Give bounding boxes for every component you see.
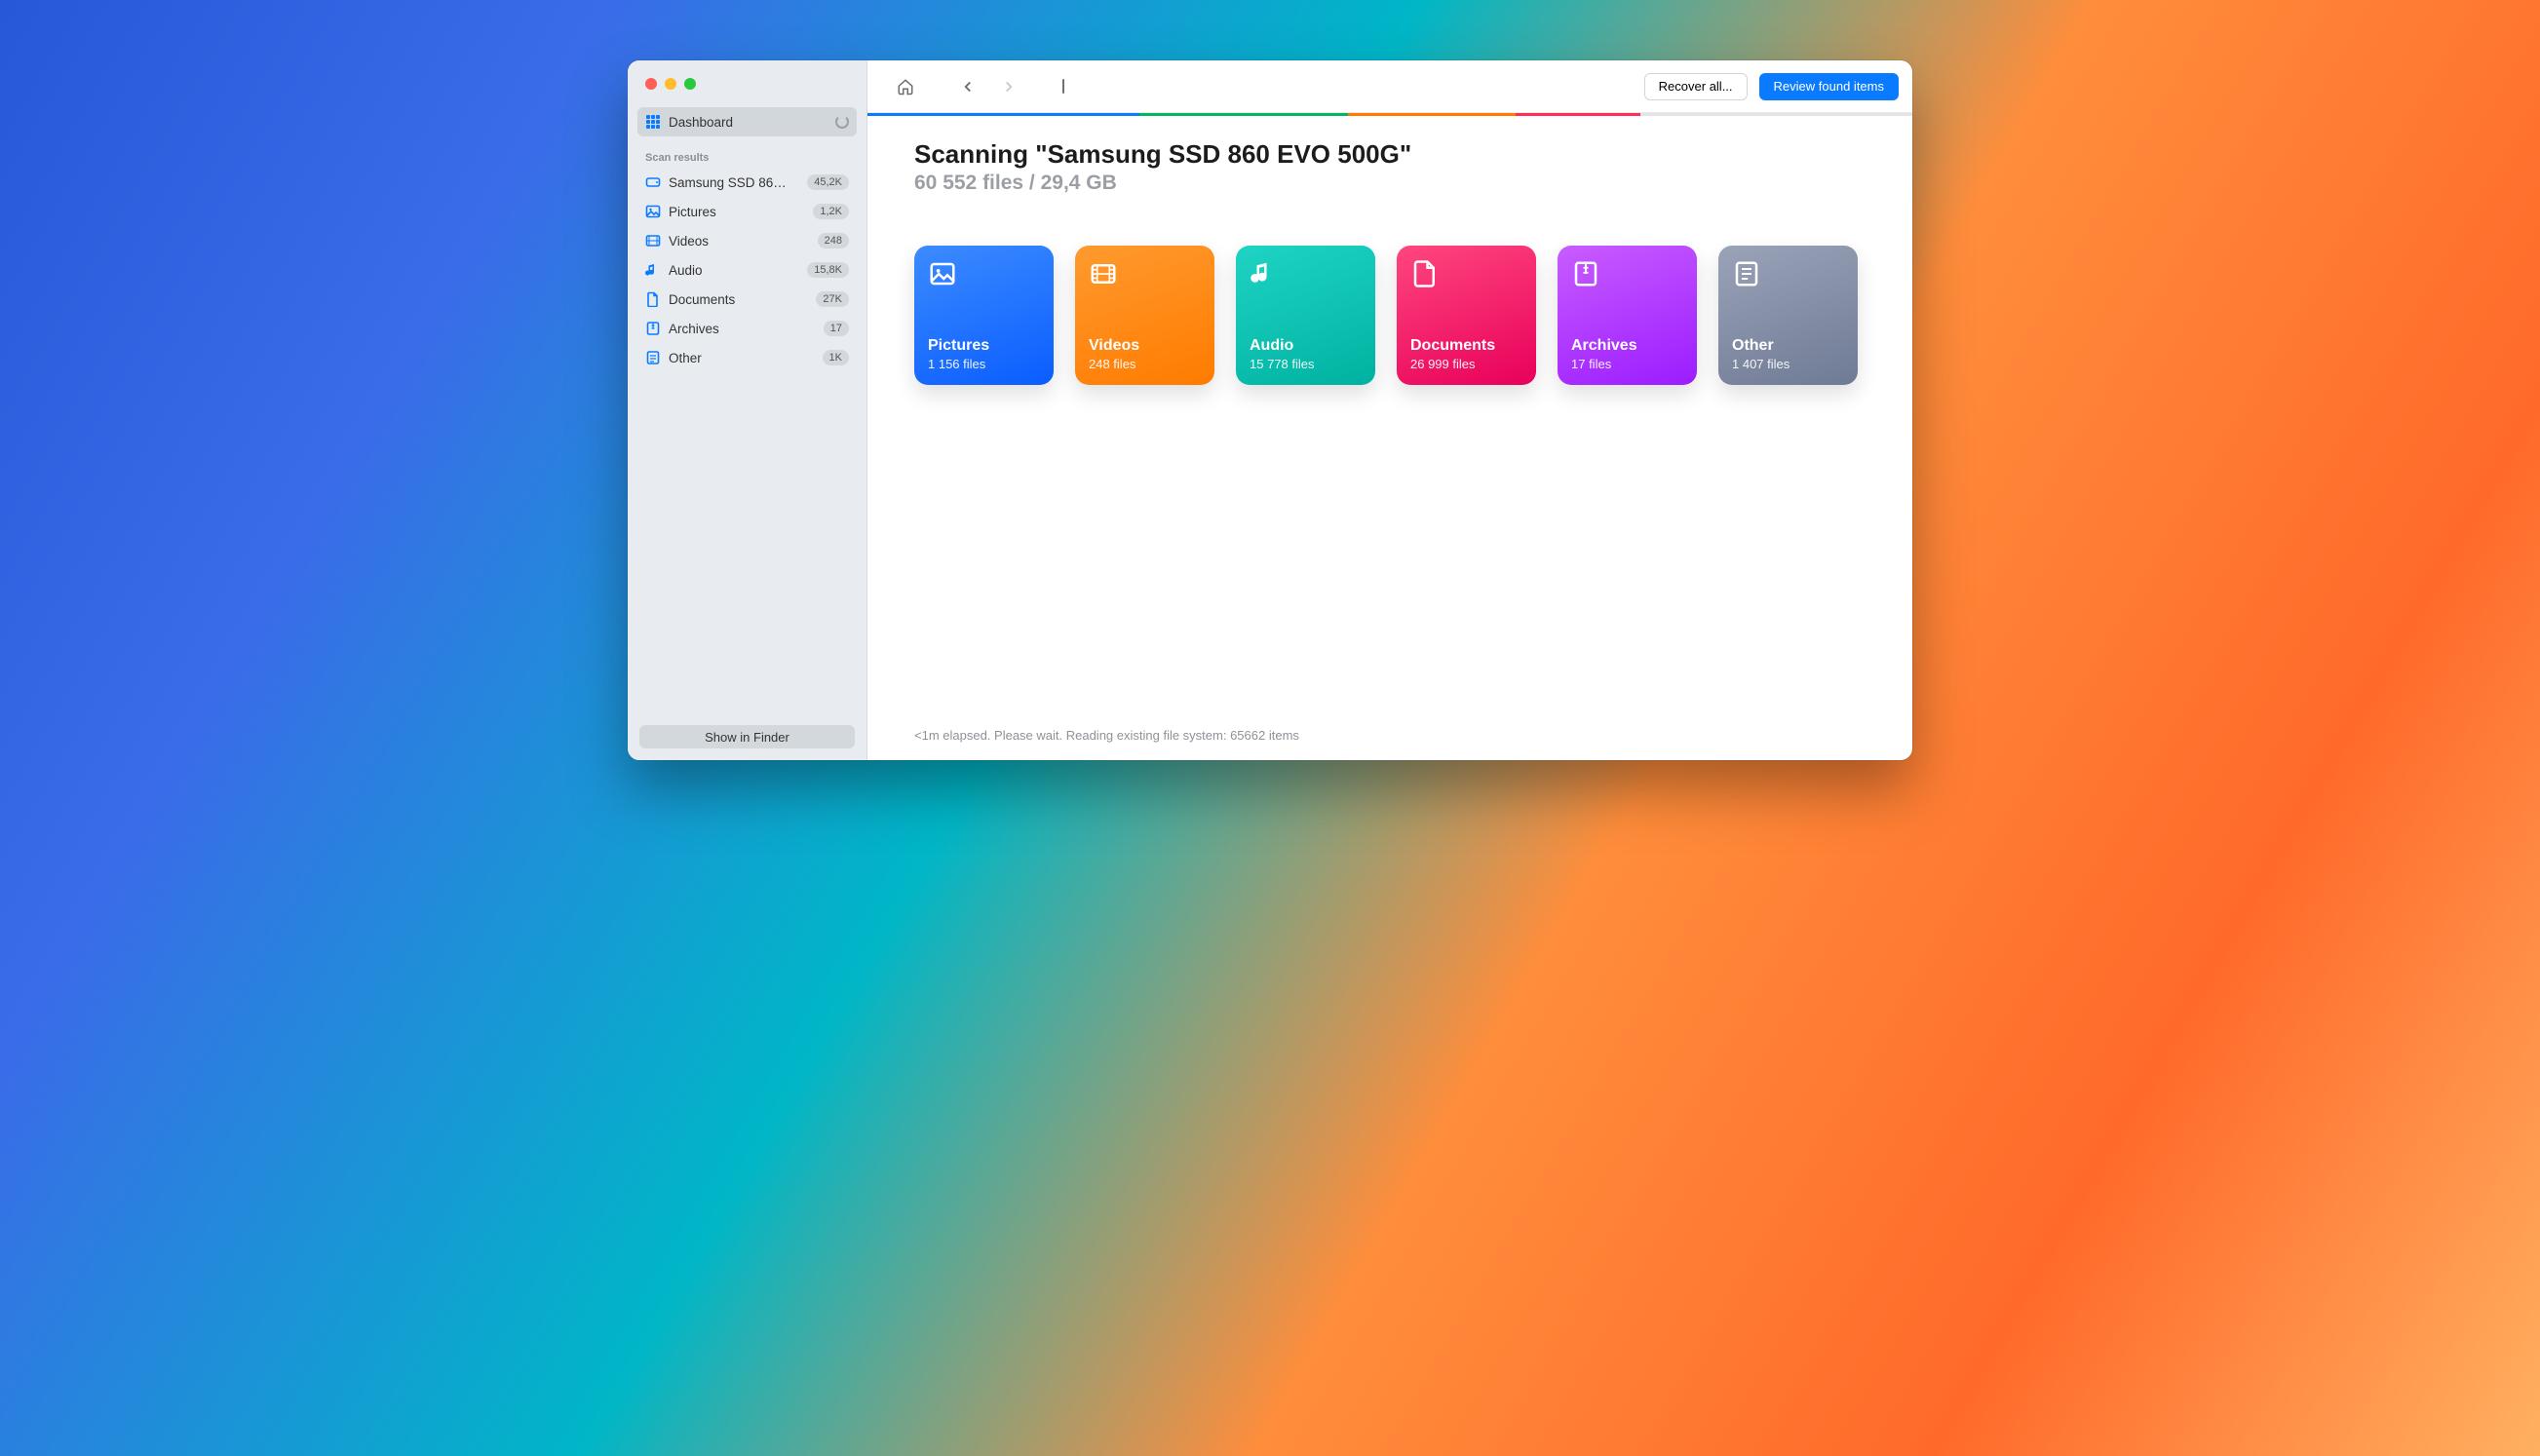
page-subtitle: 60 552 files / 29,4 GB	[914, 172, 1866, 195]
picture-icon	[928, 259, 957, 288]
window-controls	[628, 74, 866, 107]
forward-button[interactable]	[994, 72, 1023, 101]
close-window-button[interactable]	[645, 78, 657, 90]
sidebar-item-drive[interactable]: Samsung SSD 86… 45,2K	[637, 168, 857, 197]
video-icon	[1089, 259, 1118, 288]
sidebar-items: Dashboard	[628, 107, 866, 136]
sidebar-item-videos[interactable]: Videos 248	[637, 226, 857, 255]
card-documents[interactable]: Documents 26 999 files	[1397, 246, 1536, 385]
home-button[interactable]	[891, 72, 920, 101]
card-subtitle: 1 156 files	[928, 357, 1040, 371]
sidebar: Dashboard Scan results Samsung SSD 86… 45…	[628, 60, 867, 760]
card-title: Documents	[1410, 336, 1522, 355]
app-window: Dashboard Scan results Samsung SSD 86… 45…	[628, 60, 1912, 760]
sidebar-scan-results: Samsung SSD 86… 45,2K Pictures 1,2KVideos 24…	[628, 168, 866, 372]
sidebar-item-dashboard[interactable]: Dashboard	[637, 107, 857, 136]
sidebar-item-count: 45,2K	[807, 174, 849, 190]
toolbar: Recover all... Review found items	[867, 60, 1912, 113]
archive-icon	[645, 321, 661, 336]
dashboard-icon	[645, 114, 661, 130]
sidebar-footer: Show in Finder	[628, 725, 866, 760]
video-icon	[645, 233, 661, 249]
main-pane: Recover all... Review found items Scanni…	[867, 60, 1912, 760]
minimize-window-button[interactable]	[665, 78, 676, 90]
card-title: Audio	[1250, 336, 1362, 355]
sidebar-item-label: Archives	[669, 322, 816, 336]
other-icon	[1732, 259, 1761, 288]
card-videos[interactable]: Videos 248 files	[1075, 246, 1214, 385]
card-subtitle: 1 407 files	[1732, 357, 1844, 371]
card-subtitle: 15 778 files	[1250, 357, 1362, 371]
audio-icon	[1250, 259, 1279, 288]
stop-scan-button[interactable]	[1035, 72, 1064, 101]
archive-icon	[1571, 259, 1600, 288]
recover-all-button[interactable]: Recover all...	[1644, 73, 1748, 100]
document-icon	[645, 291, 661, 307]
sidebar-item-label: Pictures	[669, 205, 805, 219]
card-audio[interactable]: Audio 15 778 files	[1236, 246, 1375, 385]
sidebar-item-label: Other	[669, 351, 815, 365]
card-title: Videos	[1089, 336, 1201, 355]
sidebar-item-count: 248	[818, 233, 849, 249]
sidebar-item-other[interactable]: Other 1K	[637, 343, 857, 372]
document-icon	[1410, 259, 1440, 288]
sidebar-item-label: Documents	[669, 292, 808, 307]
sidebar-item-count: 1,2K	[813, 204, 849, 219]
sidebar-section-title: Scan results	[628, 136, 866, 168]
back-button[interactable]	[953, 72, 982, 101]
stop-icon	[1062, 79, 1064, 94]
card-subtitle: 26 999 files	[1410, 357, 1522, 371]
sidebar-item-label: Samsung SSD 86…	[669, 175, 799, 190]
sidebar-item-audio[interactable]: Audio 15,8K	[637, 255, 857, 285]
sidebar-item-count: 15,8K	[807, 262, 849, 278]
other-icon	[645, 350, 661, 365]
status-bar: <1m elapsed. Please wait. Reading existi…	[867, 728, 1912, 760]
sidebar-item-label: Audio	[669, 263, 799, 278]
card-title: Pictures	[928, 336, 1040, 355]
picture-icon	[645, 204, 661, 219]
category-cards: Pictures 1 156 files Videos 248 files Audio 1…	[914, 246, 1866, 385]
sidebar-item-documents[interactable]: Documents 27K	[637, 285, 857, 314]
card-title: Other	[1732, 336, 1844, 355]
maximize-window-button[interactable]	[684, 78, 696, 90]
loading-spinner-icon	[835, 115, 849, 129]
sidebar-item-label: Dashboard	[669, 115, 827, 130]
card-subtitle: 17 files	[1571, 357, 1683, 371]
show-in-finder-button[interactable]: Show in Finder	[639, 725, 855, 748]
card-archives[interactable]: Archives 17 files	[1558, 246, 1697, 385]
review-found-items-button[interactable]: Review found items	[1759, 73, 1899, 100]
card-other[interactable]: Other 1 407 files	[1718, 246, 1858, 385]
audio-icon	[645, 262, 661, 278]
sidebar-item-count: 1K	[823, 350, 849, 365]
content-area: Scanning "Samsung SSD 860 EVO 500G" 60 5…	[867, 116, 1912, 728]
sidebar-item-pictures[interactable]: Pictures 1,2K	[637, 197, 857, 226]
card-pictures[interactable]: Pictures 1 156 files	[914, 246, 1054, 385]
drive-icon	[645, 174, 661, 190]
page-title: Scanning "Samsung SSD 860 EVO 500G"	[914, 139, 1866, 170]
sidebar-item-archives[interactable]: Archives 17	[637, 314, 857, 343]
sidebar-item-count: 27K	[816, 291, 849, 307]
sidebar-item-label: Videos	[669, 234, 810, 249]
card-title: Archives	[1571, 336, 1683, 355]
sidebar-item-count: 17	[824, 321, 849, 336]
card-subtitle: 248 files	[1089, 357, 1201, 371]
